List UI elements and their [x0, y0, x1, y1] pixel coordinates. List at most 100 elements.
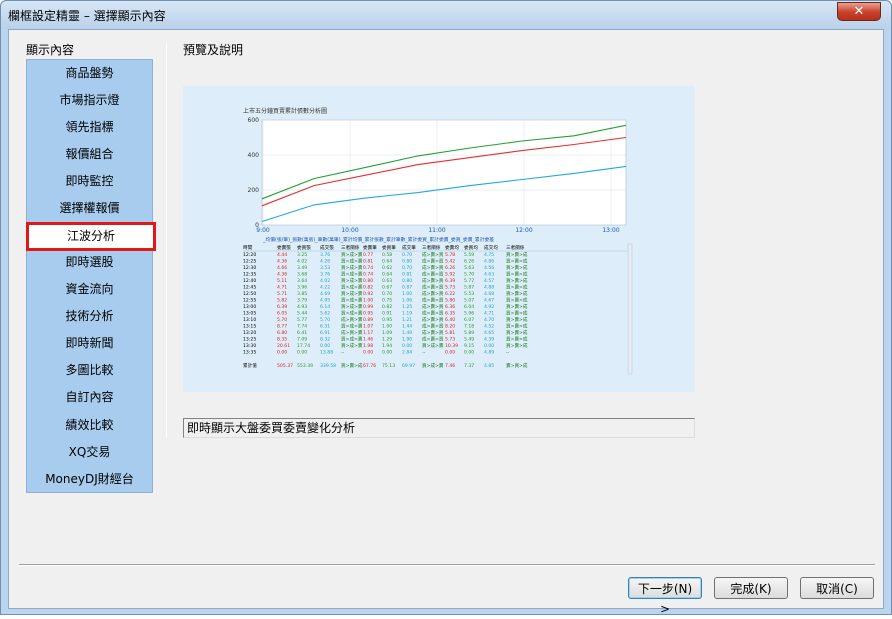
table-cell: 0.70	[382, 291, 392, 297]
table-cell: 4.68	[484, 291, 494, 297]
table-cell: 12:55	[243, 298, 256, 304]
table-cell: 4.52	[484, 324, 494, 330]
table-cell: 買>賣>成	[506, 271, 528, 278]
dialog-body: 顯示內容 商品盤勢 市場指示燈 領先指標 報價組合 即時監控 選擇權報價 江波分…	[8, 29, 884, 616]
table-cell: 3.25	[297, 252, 307, 258]
table-total-cell: 553.39	[297, 363, 313, 369]
content-item-多圖比較[interactable]: 多圖比較	[27, 358, 152, 383]
table-cell: 買>成>賣	[341, 277, 363, 284]
content-item-技術分析[interactable]: 技術分析	[27, 304, 152, 329]
content-item-moneydj財經台[interactable]: MoneyDJ財經台	[27, 467, 152, 492]
table-cell: 買>賣>成	[506, 303, 528, 310]
table-cell: 9.15	[464, 343, 474, 349]
table-cell: 1.25	[402, 304, 412, 310]
table-cell: 0.92	[363, 291, 373, 297]
table-cell: 6.41	[297, 330, 307, 336]
wizard-window: 欄框設定精靈 – 選擇顯示內容 ✕ 顯示內容 商品盤勢 市場指示燈 領先指標 報…	[0, 0, 892, 616]
content-item-xq交易[interactable]: XQ交易	[27, 440, 152, 465]
cancel-button[interactable]: 取消(C)	[800, 577, 874, 599]
y-tick-label: 400	[248, 152, 260, 159]
content-item-即時新聞[interactable]: 即時新聞	[27, 331, 152, 356]
table-cell: 4.36	[277, 259, 287, 265]
preview-svg: 上市五分鐘買賣累計張數分析圖 0200400600 9:00 10:00 11:00…	[243, 107, 633, 375]
content-item-商品盤勢[interactable]: 商品盤勢	[27, 61, 152, 86]
table-cell: 4.67	[484, 298, 494, 304]
table-cell: 1.17	[363, 330, 373, 336]
table-cell: 5.07	[464, 298, 474, 304]
finish-button[interactable]: 完成(K)	[714, 577, 788, 599]
table-cell: 1.29	[382, 337, 392, 343]
table-cell: 0.00	[464, 350, 474, 356]
next-button[interactable]: 下一步(N) >	[628, 577, 702, 616]
table-cell: 0.80	[402, 278, 412, 284]
content-item-即時選股[interactable]: 即時選股	[27, 250, 152, 275]
table-cell: 0.63	[382, 278, 392, 284]
table-cell: 0.62	[382, 265, 392, 271]
table-cell: 5.49	[464, 337, 474, 343]
table-cell: 買>賣>成	[506, 310, 528, 317]
table-cell: 買>賣>成	[506, 277, 528, 284]
table-cell: 0.00	[445, 350, 455, 356]
table-cell: 5.42	[445, 259, 455, 265]
table-cell: 6.40	[445, 317, 455, 323]
table-cell: 3.76	[320, 272, 330, 278]
table-cell: 0.70	[402, 252, 412, 258]
table-cell: 買>成>賣	[341, 303, 363, 310]
content-item-報價組合[interactable]: 報價組合	[27, 142, 152, 167]
table-cell: 買>賣>成	[506, 323, 528, 330]
table-cell: 0.00	[484, 343, 494, 349]
table-cell: 0.64	[382, 272, 392, 278]
table-total-cell: 7.37	[464, 363, 474, 369]
table-cell: 7.18	[464, 324, 474, 330]
table-cell: 1.44	[402, 324, 412, 330]
table-cell: 5.70	[277, 317, 287, 323]
table-cell: 成>賣>買	[422, 310, 444, 317]
table-total-cell: 7.46	[445, 363, 455, 369]
table-cell: 買>賣>成	[506, 290, 528, 297]
close-button[interactable]: ✕	[837, 2, 881, 21]
table-cell: 4.86	[484, 259, 494, 265]
table-cell: 0.82	[382, 304, 392, 310]
table-cell: 3.68	[297, 272, 307, 278]
table-cell: 13.88	[320, 350, 333, 356]
table-cell: 12:45	[243, 285, 256, 291]
table-cell: 4.71	[484, 311, 494, 317]
table-cell: 13:30	[243, 343, 256, 349]
content-item-即時監控[interactable]: 即時監控	[27, 169, 152, 194]
table-cell: 5.87	[464, 285, 474, 291]
table-cell: 4.63	[484, 272, 494, 278]
table-cell: 7.74	[297, 324, 307, 330]
table-cell: 1.07	[363, 324, 373, 330]
content-item-績效比較[interactable]: 績效比較	[27, 413, 152, 438]
table-cell: 12:25	[243, 259, 256, 265]
title-bar[interactable]: 欄框設定精靈 – 選擇顯示內容 ✕	[1, 1, 891, 29]
table-cell: 1.90	[402, 337, 412, 343]
table-cell: 5.62	[320, 311, 330, 317]
table-cell: 買>成>賣	[341, 258, 363, 265]
table-cell: 4.02	[297, 259, 307, 265]
table-cell: 6.35	[445, 311, 455, 317]
content-item-選擇權報價[interactable]: 選擇權報價	[27, 196, 152, 221]
table-total-cell: 累計值	[243, 362, 257, 369]
table-cell: 成>賣>買	[422, 284, 444, 291]
table-cell: 12:35	[243, 272, 256, 278]
table-cell: 買>成>賣	[341, 323, 363, 330]
table-cell: 買>成>賣	[341, 251, 363, 258]
content-item-資金流向[interactable]: 資金流向	[27, 277, 152, 302]
table-header: 三者關係	[506, 244, 525, 251]
content-item-江波分析[interactable]: 江波分析	[26, 222, 156, 251]
content-item-自訂內容[interactable]: 自訂內容	[27, 385, 152, 410]
table-cell: 4.70	[484, 317, 494, 323]
content-item-市場指示燈[interactable]: 市場指示燈	[27, 88, 152, 113]
table-cell: 買>賣>成	[506, 297, 528, 304]
preview-label: 預覽及說明	[183, 43, 244, 57]
table-cell: 13:10	[243, 317, 256, 323]
table-cell: 買>賣>成	[506, 316, 528, 323]
table-cell: 4.36	[277, 272, 287, 278]
table-cell: 5.71	[277, 291, 287, 297]
content-item-領先指標[interactable]: 領先指標	[27, 115, 152, 140]
table-cell: 0.95	[363, 311, 373, 317]
table-cell: 5.44	[297, 311, 307, 317]
table-cell: 成>賣>買	[422, 277, 444, 284]
table-cell: 17.74	[297, 343, 310, 349]
